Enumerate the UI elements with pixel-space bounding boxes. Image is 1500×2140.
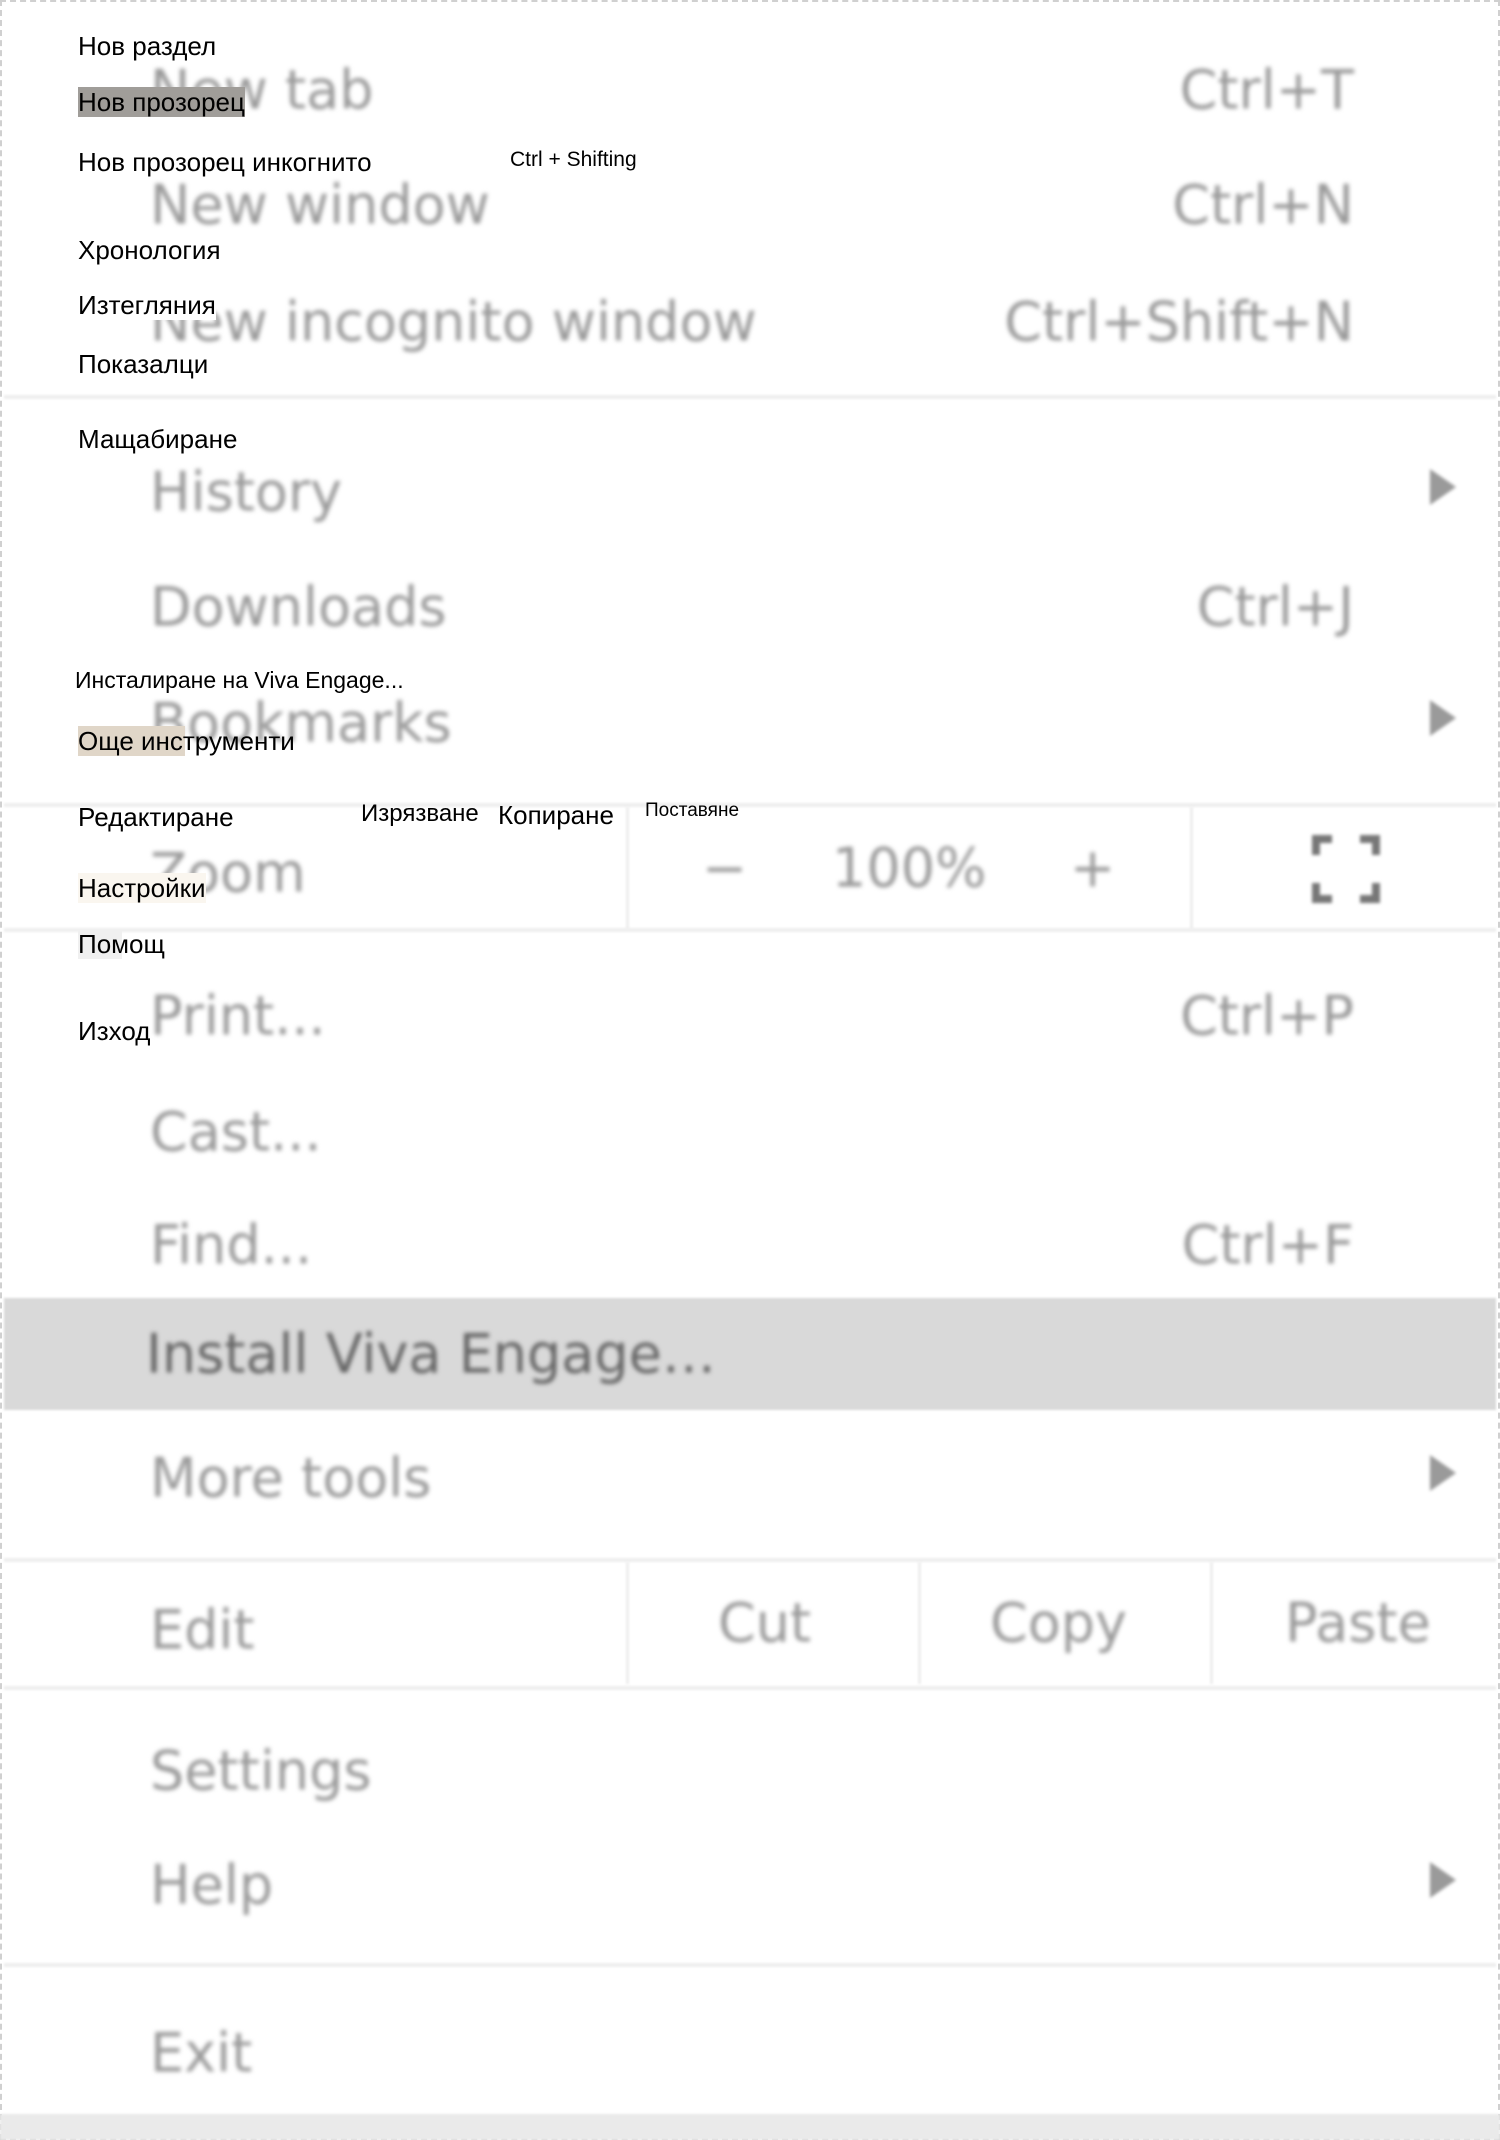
menu-item-find[interactable]: Find... [150, 1214, 312, 1277]
shortcut-downloads: Ctrl+J [1196, 575, 1354, 639]
menu-item-help[interactable]: Help [150, 1854, 273, 1917]
cut-button[interactable]: Cut [718, 1592, 811, 1655]
label-new-window-bg: Нов прозорец [78, 87, 245, 117]
shortcut-find: Ctrl+F [1181, 1213, 1354, 1277]
menu-item-edit: Edit [150, 1598, 255, 1662]
divider [626, 1562, 629, 1684]
shortcut-new-tab: Ctrl+T [1179, 58, 1354, 122]
menu-item-settings[interactable]: Settings [150, 1740, 371, 1803]
label-edit-bg: Редактиране [78, 802, 234, 832]
paste-button[interactable]: Paste [1285, 1592, 1431, 1655]
fullscreen-icon[interactable] [1312, 835, 1380, 903]
label-help-bg: Помощ [78, 929, 165, 959]
label-more-tools-bg: Още инструменти [78, 726, 295, 756]
submenu-arrow-icon [1430, 1455, 1456, 1491]
menu-item-exit[interactable]: Exit [150, 2022, 252, 2085]
zoom-out-button[interactable]: − [702, 837, 747, 900]
zoom-in-button[interactable]: + [1070, 837, 1115, 900]
shortcut-new-incognito: Ctrl+Shift+N [1004, 290, 1354, 354]
label-exit-bg: Изход [78, 1016, 151, 1046]
bottom-strip [0, 2114, 1500, 2140]
menu-item-new-incognito[interactable]: New incognito window [150, 291, 757, 354]
zoom-level: 100% [832, 836, 987, 900]
label-zoom-bg: Мащабиране [78, 424, 238, 454]
menu-item-downloads[interactable]: Downloads [150, 576, 447, 639]
copy-button[interactable]: Copy [990, 1592, 1127, 1655]
submenu-arrow-icon [1430, 1862, 1456, 1898]
label-new-tab-bg: Нов раздел [78, 31, 217, 61]
menu-item-print[interactable]: Print... [150, 985, 326, 1048]
label-new-incognito-bg: Нов прозорец инкогнито [78, 147, 372, 177]
separator [4, 395, 1496, 399]
shortcut-new-window: Ctrl+N [1172, 173, 1354, 237]
submenu-arrow-icon [1430, 700, 1456, 736]
submenu-arrow-icon [1430, 469, 1456, 505]
divider [626, 807, 629, 929]
divider [1190, 807, 1193, 929]
label-settings-bg: Настройки [78, 873, 206, 903]
label-copy-bg: Копиране [498, 800, 614, 830]
menu-item-cast[interactable]: Cast... [150, 1101, 322, 1164]
menu-item-install[interactable]: Install Viva Engage… [146, 1323, 716, 1386]
separator [4, 1558, 1496, 1562]
label-history-bg: Хронология [78, 235, 221, 265]
separator [4, 928, 1496, 932]
divider [918, 1562, 921, 1684]
menu-item-new-window[interactable]: New window [150, 174, 490, 237]
shortcut-print: Ctrl+P [1180, 984, 1354, 1048]
label-paste-bg: Поставяне [645, 800, 740, 821]
label-bookmarks-bg: Показалци [78, 349, 209, 379]
label-install-bg: Инсталиране на Viva Engage... [75, 667, 404, 693]
label-incognito-shortcut-bg: Ctrl + Shifting [510, 148, 637, 171]
separator [4, 1963, 1496, 1967]
divider [1210, 1562, 1213, 1684]
label-downloads-bg: Изтегляния [78, 290, 216, 320]
menu-item-history[interactable]: History [150, 461, 342, 524]
label-cut-bg: Изрязване [361, 800, 479, 827]
separator [4, 1686, 1496, 1690]
menu-item-more-tools[interactable]: More tools [150, 1447, 431, 1510]
